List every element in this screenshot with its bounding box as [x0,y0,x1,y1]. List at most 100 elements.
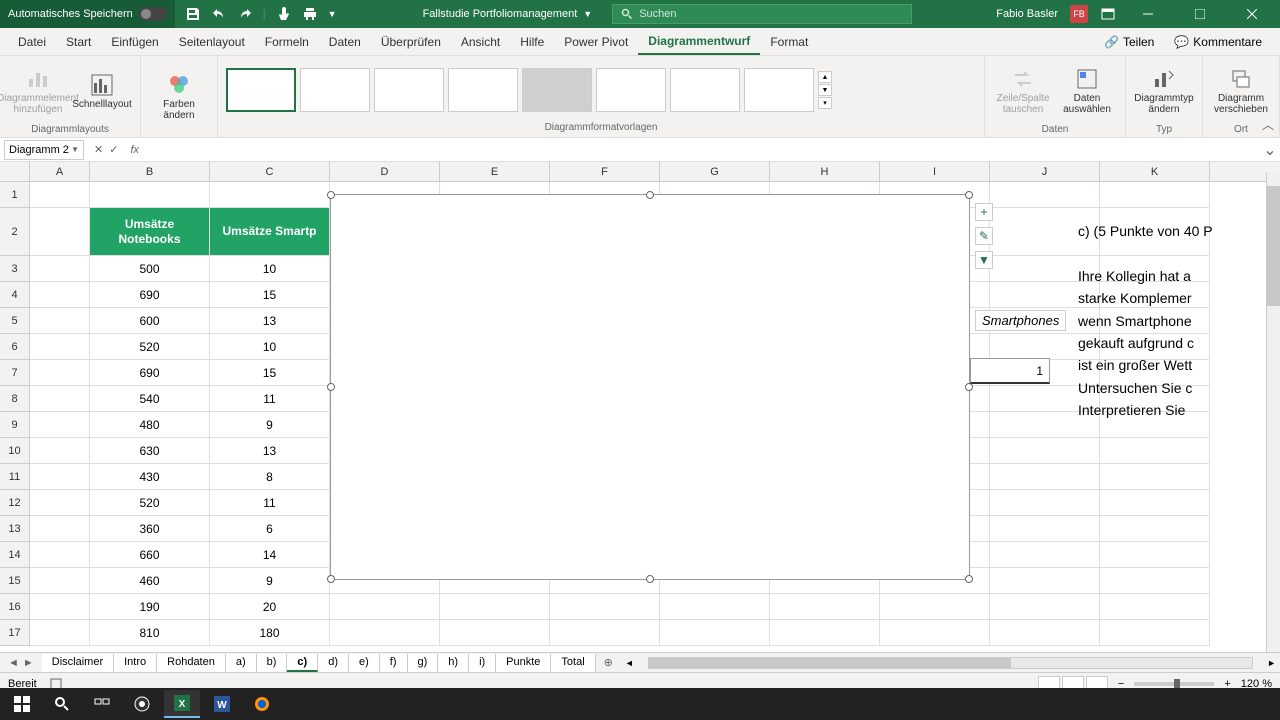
scrollbar-thumb[interactable] [1267,186,1280,306]
maximize-button[interactable] [1180,0,1220,28]
sheet-tab-Disclaimer[interactable]: Disclaimer [42,654,114,672]
move-chart-button[interactable]: Diagramm verschieben [1211,60,1271,122]
cell-C8[interactable]: 11 [210,386,330,412]
sheet-tab-c)[interactable]: c) [287,654,318,672]
cell-B16[interactable]: 190 [90,594,210,620]
select-all-corner[interactable] [0,162,30,182]
col-header-F[interactable]: F [550,162,660,181]
cell-H16[interactable] [770,594,880,620]
cell-C3[interactable]: 10 [210,256,330,282]
quick-layout-button[interactable]: Schnelllayout [72,60,132,122]
cell-A12[interactable] [30,490,90,516]
quickprint-icon[interactable] [302,6,318,22]
row-header[interactable]: 5 [0,308,30,334]
row-header[interactable]: 6 [0,334,30,360]
tab-start[interactable]: Start [56,28,101,55]
chart-elements-button[interactable]: + [975,203,993,221]
col-header-D[interactable]: D [330,162,440,181]
sheet-tab-Rohdaten[interactable]: Rohdaten [157,654,226,672]
cell-D17[interactable] [330,620,440,646]
save-icon[interactable] [185,6,201,22]
chart-style-gallery[interactable]: ▲ ▼ ▾ [226,68,832,112]
col-header-A[interactable]: A [30,162,90,181]
cell-I16[interactable] [880,594,990,620]
cell-B4[interactable]: 690 [90,282,210,308]
cell-C9[interactable]: 9 [210,412,330,438]
col-header-J[interactable]: J [990,162,1100,181]
cell-B17[interactable]: 810 [90,620,210,646]
cell-B10[interactable]: 630 [90,438,210,464]
col-header-B[interactable]: B [90,162,210,181]
chart-style-5[interactable] [522,68,592,112]
chart-style-3[interactable] [374,68,444,112]
cell-G17[interactable] [660,620,770,646]
cell-A11[interactable] [30,464,90,490]
accept-formula-icon[interactable]: ✓ [109,143,118,156]
chart-style-1[interactable] [226,68,296,112]
row-header[interactable]: 16 [0,594,30,620]
resize-handle[interactable] [965,191,973,199]
sheet-tab-e)[interactable]: e) [349,654,380,672]
undo-icon[interactable] [211,6,227,22]
col-header-H[interactable]: H [770,162,880,181]
cell-G16[interactable] [660,594,770,620]
cell-J14[interactable] [990,542,1100,568]
resize-handle[interactable] [965,383,973,391]
cell-A6[interactable] [30,334,90,360]
sheet-tab-Punkte[interactable]: Punkte [496,654,551,672]
hscroll-left[interactable]: ◄ [625,658,634,668]
sheet-tab-f)[interactable]: f) [380,654,408,672]
word-icon[interactable]: W [204,690,240,718]
user-avatar[interactable]: FB [1070,5,1088,23]
chart-object[interactable]: + ✎ ▼ [330,194,970,580]
resize-handle[interactable] [646,575,654,583]
tab-ansicht[interactable]: Ansicht [451,28,510,55]
cell-C5[interactable]: 13 [210,308,330,334]
row-header[interactable]: 3 [0,256,30,282]
cell-B14[interactable]: 660 [90,542,210,568]
cell-J17[interactable] [990,620,1100,646]
change-colors-button[interactable]: Farben ändern [149,66,209,128]
chart-style-6[interactable] [596,68,666,112]
row-header[interactable]: 12 [0,490,30,516]
hscroll-right[interactable]: ► [1267,658,1276,668]
resize-handle[interactable] [965,575,973,583]
redo-icon[interactable] [237,6,253,22]
col-header-C[interactable]: C [210,162,330,181]
tab-überprüfen[interactable]: Überprüfen [371,28,451,55]
chart-styles-button[interactable]: ✎ [975,227,993,245]
cell-E16[interactable] [440,594,550,620]
cell-A16[interactable] [30,594,90,620]
cell-J11[interactable] [990,464,1100,490]
cell-F16[interactable] [550,594,660,620]
cell-B2[interactable]: Umsätze Notebooks [90,208,210,256]
tab-formeln[interactable]: Formeln [255,28,319,55]
cell-B3[interactable]: 500 [90,256,210,282]
chart-style-7[interactable] [670,68,740,112]
cell-B7[interactable]: 690 [90,360,210,386]
cell-J1[interactable] [990,182,1100,208]
row-header[interactable]: 8 [0,386,30,412]
cell-K15[interactable] [1100,568,1210,594]
row-header[interactable]: 14 [0,542,30,568]
resize-handle[interactable] [646,191,654,199]
cell-A10[interactable] [30,438,90,464]
cell-A5[interactable] [30,308,90,334]
row-header[interactable]: 1 [0,182,30,208]
chart-style-8[interactable] [744,68,814,112]
cell-C17[interactable]: 180 [210,620,330,646]
cell-A4[interactable] [30,282,90,308]
cell-C16[interactable]: 20 [210,594,330,620]
cell-B15[interactable]: 460 [90,568,210,594]
row-header[interactable]: 7 [0,360,30,386]
cell-B12[interactable]: 520 [90,490,210,516]
cell-C4[interactable]: 15 [210,282,330,308]
cell-B13[interactable]: 360 [90,516,210,542]
cell-K17[interactable] [1100,620,1210,646]
cell-A15[interactable] [30,568,90,594]
cell-B9[interactable]: 480 [90,412,210,438]
cell-A17[interactable] [30,620,90,646]
cell-C2[interactable]: Umsätze Smartp [210,208,330,256]
row-header[interactable]: 10 [0,438,30,464]
cell-K16[interactable] [1100,594,1210,620]
